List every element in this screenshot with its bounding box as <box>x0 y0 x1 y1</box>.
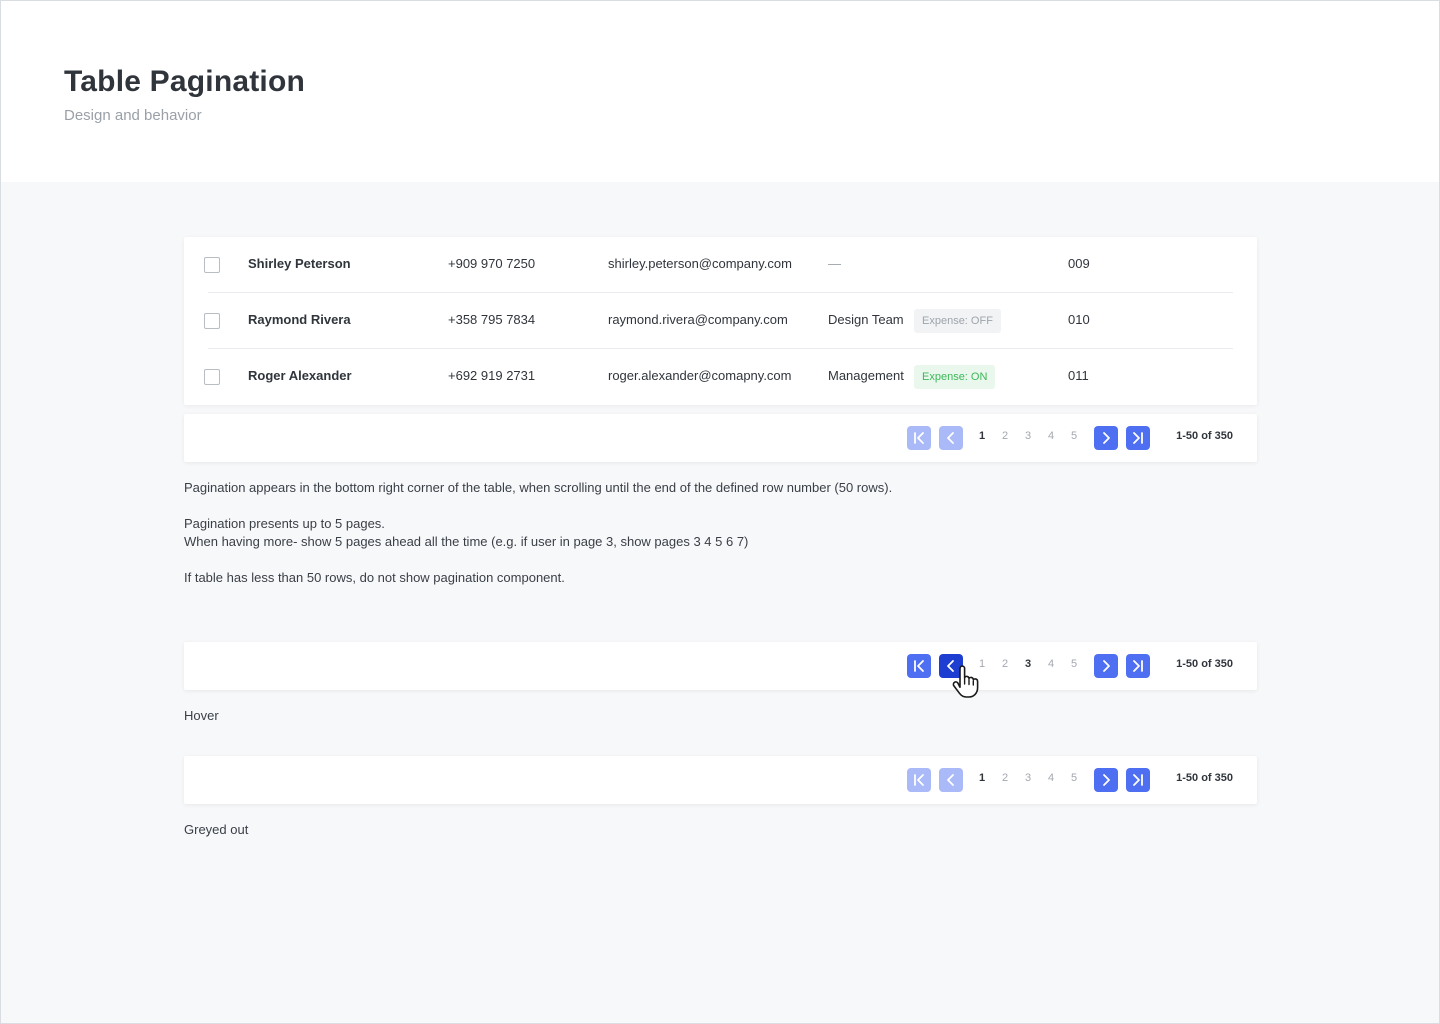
contact-email: raymond.rivera@company.com <box>608 312 788 327</box>
row-checkbox[interactable] <box>204 257 220 273</box>
contact-phone: +692 919 2731 <box>448 368 536 383</box>
chevron-right-icon <box>1103 660 1110 672</box>
chevron-right-icon <box>1103 774 1110 786</box>
table-row[interactable]: Raymond Rivera +358 795 7834 raymond.riv… <box>184 293 1257 349</box>
contact-id: 009 <box>1068 256 1090 271</box>
contact-team: Design Team <box>828 312 904 327</box>
note-line: When having more- show 5 pages ahead all… <box>184 534 749 549</box>
page-range-label: 1-50 of 350 <box>1176 658 1233 670</box>
page-number-4[interactable]: 4 <box>1046 430 1056 442</box>
table-row[interactable]: Roger Alexander +692 919 2731 roger.alex… <box>184 349 1257 405</box>
first-page-icon <box>914 660 924 672</box>
contact-id: 010 <box>1068 312 1090 327</box>
page-header: Table Pagination Design and behavior <box>1 1 1439 182</box>
page-number-5[interactable]: 5 <box>1069 658 1079 670</box>
page-number-5[interactable]: 5 <box>1069 430 1079 442</box>
chevron-left-icon <box>947 432 954 444</box>
chevron-left-icon <box>947 774 954 786</box>
page-number-4[interactable]: 4 <box>1046 772 1056 784</box>
page-subtitle: Design and behavior <box>64 107 202 124</box>
contact-name: Shirley Peterson <box>248 256 351 271</box>
last-page-icon <box>1133 660 1143 672</box>
pagination-bar: 1 2 3 4 5 1-50 of 350 <box>184 414 1257 462</box>
note-line: If table has less than 50 rows, do not s… <box>184 570 565 585</box>
contact-name: Roger Alexander <box>248 368 352 383</box>
pagination-bar-hover: 1 2 3 4 5 1-50 of 350 <box>184 642 1257 690</box>
contact-email: shirley.peterson@company.com <box>608 256 792 271</box>
prev-page-button[interactable] <box>939 426 963 450</box>
last-page-icon <box>1133 432 1143 444</box>
expense-badge: Expense: ON <box>914 365 996 389</box>
chevron-right-icon <box>1103 432 1110 444</box>
page-number-4[interactable]: 4 <box>1046 658 1056 670</box>
page-range-label: 1-50 of 350 <box>1176 430 1233 442</box>
contact-team: — <box>828 256 841 271</box>
pagination-bar-greyed: 1 2 3 4 5 1-50 of 350 <box>184 756 1257 804</box>
contact-phone: +358 795 7834 <box>448 312 536 327</box>
page-range-label: 1-50 of 350 <box>1176 772 1233 784</box>
page-title: Table Pagination <box>64 65 306 98</box>
prev-page-button[interactable] <box>939 768 963 792</box>
row-checkbox[interactable] <box>204 369 220 385</box>
contact-id: 011 <box>1068 368 1089 383</box>
next-page-button[interactable] <box>1094 426 1118 450</box>
last-page-icon <box>1133 774 1143 786</box>
contact-team: Management <box>828 368 904 383</box>
page-number-5[interactable]: 5 <box>1069 772 1079 784</box>
caption-hover: Hover <box>184 708 219 723</box>
first-page-icon <box>914 432 924 444</box>
page-number-2[interactable]: 2 <box>1000 430 1010 442</box>
first-page-icon <box>914 774 924 786</box>
next-page-button[interactable] <box>1094 768 1118 792</box>
expense-badge: Expense: OFF <box>914 309 1001 333</box>
page-number-3[interactable]: 3 <box>1023 772 1033 784</box>
page-number-2[interactable]: 2 <box>1000 772 1010 784</box>
next-page-button[interactable] <box>1094 654 1118 678</box>
page-number-3[interactable]: 3 <box>1023 658 1033 670</box>
note-line: Pagination appears in the bottom right c… <box>184 480 893 495</box>
note-line: Pagination presents up to 5 pages. <box>184 516 385 531</box>
page-number-2[interactable]: 2 <box>1000 658 1010 670</box>
first-page-button[interactable] <box>907 654 931 678</box>
data-table: Shirley Peterson +909 970 7250 shirley.p… <box>184 237 1257 405</box>
caption-greyed: Greyed out <box>184 822 249 837</box>
first-page-button[interactable] <box>907 768 931 792</box>
first-page-button[interactable] <box>907 426 931 450</box>
last-page-button[interactable] <box>1126 654 1150 678</box>
page-number-1[interactable]: 1 <box>977 772 987 784</box>
hand-pointer-icon <box>952 665 979 698</box>
table-row[interactable]: Shirley Peterson +909 970 7250 shirley.p… <box>184 237 1257 293</box>
contact-name: Raymond Rivera <box>248 312 351 327</box>
contact-email: roger.alexander@comapny.com <box>608 368 792 383</box>
row-checkbox[interactable] <box>204 313 220 329</box>
contact-phone: +909 970 7250 <box>448 256 536 271</box>
page-number-3[interactable]: 3 <box>1023 430 1033 442</box>
page-number-1[interactable]: 1 <box>977 430 987 442</box>
last-page-button[interactable] <box>1126 768 1150 792</box>
last-page-button[interactable] <box>1126 426 1150 450</box>
